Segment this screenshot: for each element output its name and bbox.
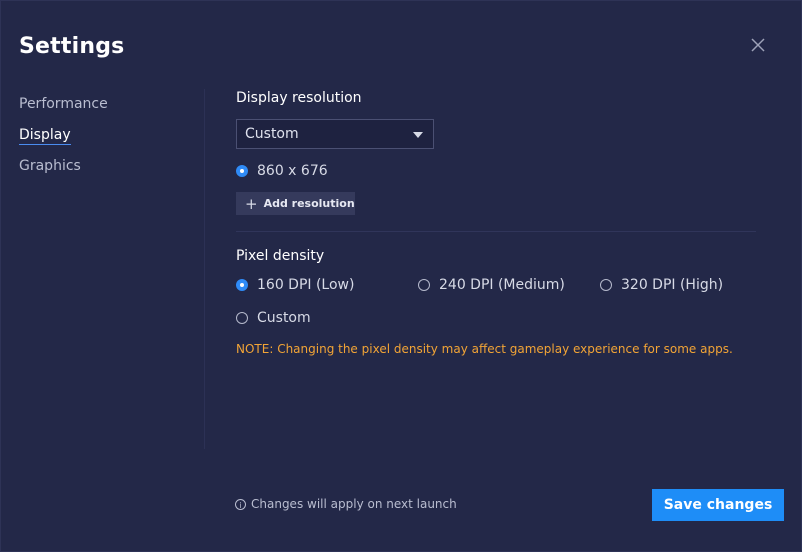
- sidebar-item-performance[interactable]: Performance: [19, 95, 189, 126]
- footer-info-text: Changes will apply on next launch: [251, 497, 457, 511]
- radio-unchecked-icon: [236, 312, 248, 324]
- add-resolution-label: Add resolution: [263, 197, 355, 210]
- sidebar-divider: [204, 89, 205, 449]
- pixel-density-heading: Pixel density: [236, 248, 325, 264]
- resolution-dropdown-value: Custom: [245, 126, 299, 142]
- dpi-radio-label: 240 DPI (Medium): [439, 277, 565, 293]
- pixel-density-warning-note: NOTE: Changing the pixel density may aff…: [236, 342, 733, 356]
- settings-sidebar: Performance Display Graphics: [19, 95, 189, 188]
- radio-unchecked-icon: [600, 279, 612, 291]
- resolution-radio-860x676[interactable]: 860 x 676: [236, 163, 328, 179]
- chevron-down-icon: [413, 132, 423, 138]
- resolution-dropdown[interactable]: Custom: [236, 119, 434, 149]
- plus-icon: +: [245, 194, 258, 213]
- dpi-radio-160[interactable]: 160 DPI (Low): [236, 277, 354, 293]
- radio-unchecked-icon: [418, 279, 430, 291]
- dpi-radio-label: 320 DPI (High): [621, 277, 724, 293]
- display-resolution-heading: Display resolution: [236, 90, 362, 106]
- section-divider: [236, 231, 756, 232]
- add-resolution-button[interactable]: + Add resolution: [236, 192, 355, 215]
- info-icon: i: [235, 498, 246, 510]
- dpi-radio-custom[interactable]: Custom: [236, 310, 311, 326]
- sidebar-item-label: Graphics: [19, 158, 81, 174]
- dpi-radio-320[interactable]: 320 DPI (High): [600, 277, 723, 293]
- radio-checked-icon: [236, 279, 248, 291]
- dpi-radio-label: Custom: [257, 310, 311, 326]
- sidebar-item-label: Performance: [19, 96, 108, 112]
- radio-checked-icon: [236, 165, 248, 177]
- settings-dialog: Settings Performance Display Graphics Di…: [0, 0, 802, 552]
- dialog-title: Settings: [19, 34, 125, 59]
- sidebar-item-graphics[interactable]: Graphics: [19, 157, 189, 188]
- close-icon[interactable]: [750, 37, 766, 53]
- dpi-radio-label: 160 DPI (Low): [257, 277, 355, 293]
- footer-info: i Changes will apply on next launch: [235, 497, 457, 511]
- resolution-radio-label: 860 x 676: [257, 163, 328, 179]
- sidebar-item-label: Display: [19, 127, 71, 145]
- dpi-radio-240[interactable]: 240 DPI (Medium): [418, 277, 565, 293]
- save-changes-button[interactable]: Save changes: [652, 489, 784, 521]
- sidebar-item-display[interactable]: Display: [19, 126, 189, 157]
